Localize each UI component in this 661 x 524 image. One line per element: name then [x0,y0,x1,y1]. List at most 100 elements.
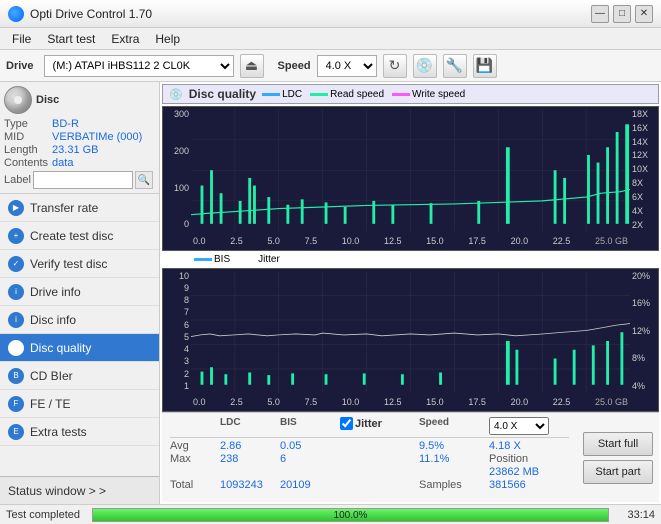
refresh-button[interactable]: ↻ [383,54,407,78]
progress-text: 100.0% [93,509,608,523]
nav-disc-info-label: Disc info [30,313,76,327]
nav-fe-te-label: FE / TE [30,397,70,411]
label-input[interactable] [33,171,133,189]
contents-label: Contents [4,157,48,169]
jitter-checkbox-label[interactable]: Jitter [340,417,419,430]
speed-select[interactable]: 4.0 X [317,55,377,77]
minimize-button[interactable]: — [591,5,609,23]
max-ldc: 238 [220,453,280,465]
nav-cd-bier-label: CD BIer [30,369,73,383]
close-button[interactable]: ✕ [635,5,653,23]
write-speed-color [392,93,410,96]
app-title: Opti Drive Control 1.70 [30,7,152,21]
nav-extra-tests-label: Extra tests [30,425,87,439]
window-controls[interactable]: — □ ✕ [591,5,653,23]
legend-jitter: Jitter [238,254,280,265]
stats-position-row: 23862 MB [170,466,569,478]
title-bar-left: Opti Drive Control 1.70 [8,6,152,22]
nav-drive-info[interactable]: i Drive info [0,278,159,306]
chart-title: Disc quality [189,87,256,101]
progress-bar: 100.0% [92,508,609,522]
nav-verify-test-disc[interactable]: ✓ Verify test disc [0,250,159,278]
drive-select[interactable]: (M:) ATAPI iHBS112 2 CL0K [44,55,234,77]
bottom-chart: 10987654321 20%16%12%8%4% [162,268,659,413]
menu-file[interactable]: File [4,30,39,48]
nav-extra-tests[interactable]: E Extra tests [0,418,159,446]
stats-max-row: Max 238 6 11.1% Position [170,453,569,465]
verify-test-disc-icon: ✓ [8,256,24,272]
menu-help[interactable]: Help [147,30,188,48]
stats-table: LDC BIS Jitter Speed 4.0 X [162,413,577,502]
bottom-bar: Test completed 100.0% 33:14 [0,504,661,524]
time-display: 33:14 [615,509,655,521]
mid-label: MID [4,131,48,143]
chart-area: 💿 Disc quality LDC Read speed Write spee… [160,82,661,504]
eject-button[interactable]: ⏏ [240,54,264,78]
nav-create-test-disc-label: Create test disc [30,229,113,243]
samples-label: Samples [419,479,489,491]
menu-extra[interactable]: Extra [103,30,147,48]
jitter-checkbox-input[interactable] [340,417,353,430]
jitter-color [238,258,256,261]
nav-disc-quality-label: Disc quality [30,341,91,355]
status-window-button[interactable]: Status window > > [0,476,159,504]
start-part-button[interactable]: Start part [583,460,653,484]
type-value: BD-R [52,118,155,130]
menu-start-test[interactable]: Start test [39,30,103,48]
nav-transfer-rate[interactable]: ▶ Transfer rate [0,194,159,222]
total-label: Total [170,479,220,491]
nav-cd-bier[interactable]: B CD BIer [0,362,159,390]
write-speed-label: Write speed [412,89,465,100]
main-layout: Disc Type BD-R MID VERBATIMe (000) Lengt… [0,82,661,504]
cd-bier-icon: B [8,368,24,384]
disc-icon [4,86,32,114]
legend-ldc: LDC [262,89,302,100]
avg-jitter: 9.5% [419,440,489,452]
settings-button[interactable]: 🔧 [443,54,467,78]
maximize-button[interactable]: □ [613,5,631,23]
menu-bar: File Start test Extra Help [0,28,661,50]
save-button[interactable]: 💾 [473,54,497,78]
start-full-button[interactable]: Start full [583,432,653,456]
total-ldc: 1093243 [220,479,280,491]
label-label: Label [4,174,31,186]
disc-button[interactable]: 💿 [413,54,437,78]
length-label: Length [4,144,48,156]
nav-disc-quality[interactable]: ★ Disc quality [0,334,159,362]
col-speed-select[interactable]: 4.0 X [489,417,569,435]
avg-label: Avg [170,440,220,452]
app-icon [8,6,24,22]
nav-verify-test-disc-label: Verify test disc [30,257,107,271]
speed-label: Speed [278,60,311,72]
avg-ldc: 2.86 [220,440,280,452]
ldc-label: LDC [282,89,302,100]
disc-info-icon: i [8,312,24,328]
avg-speed: 4.18 X [489,440,569,452]
nav-transfer-rate-label: Transfer rate [30,201,98,215]
contents-value: data [52,157,155,169]
label-search-button[interactable]: 🔍 [135,171,153,189]
legend-write-speed: Write speed [392,89,465,100]
max-jitter: 11.1% [419,453,489,465]
type-label: Type [4,118,48,130]
toolbar: Drive (M:) ATAPI iHBS112 2 CL0K ⏏ Speed … [0,50,661,82]
read-speed-label: Read speed [330,89,384,100]
bottom-chart-svg [191,271,630,394]
nav-fe-te[interactable]: F FE / TE [0,390,159,418]
bottom-chart-legend-bar: BIS Jitter [162,253,659,266]
top-y-axis-right: 18X16X14X12X10X8X6X4X2X [630,107,658,232]
disc-header: Disc [4,86,155,114]
nav-disc-info[interactable]: i Disc info [0,306,159,334]
start-buttons: Start full Start part [577,413,659,502]
speed-select-stats[interactable]: 4.0 X [489,417,549,435]
mid-value: VERBATIMe (000) [52,131,155,143]
drive-info-icon: i [8,284,24,300]
length-value: 23.31 GB [52,144,155,156]
nav-create-test-disc[interactable]: + Create test disc [0,222,159,250]
status-text: Test completed [6,509,86,521]
chart-disc-icon: 💿 [169,88,183,101]
fe-te-icon: F [8,396,24,412]
ldc-color [262,93,280,96]
create-test-disc-icon: + [8,228,24,244]
stats-total-row: Total 1093243 20109 Samples 381566 [170,479,569,491]
